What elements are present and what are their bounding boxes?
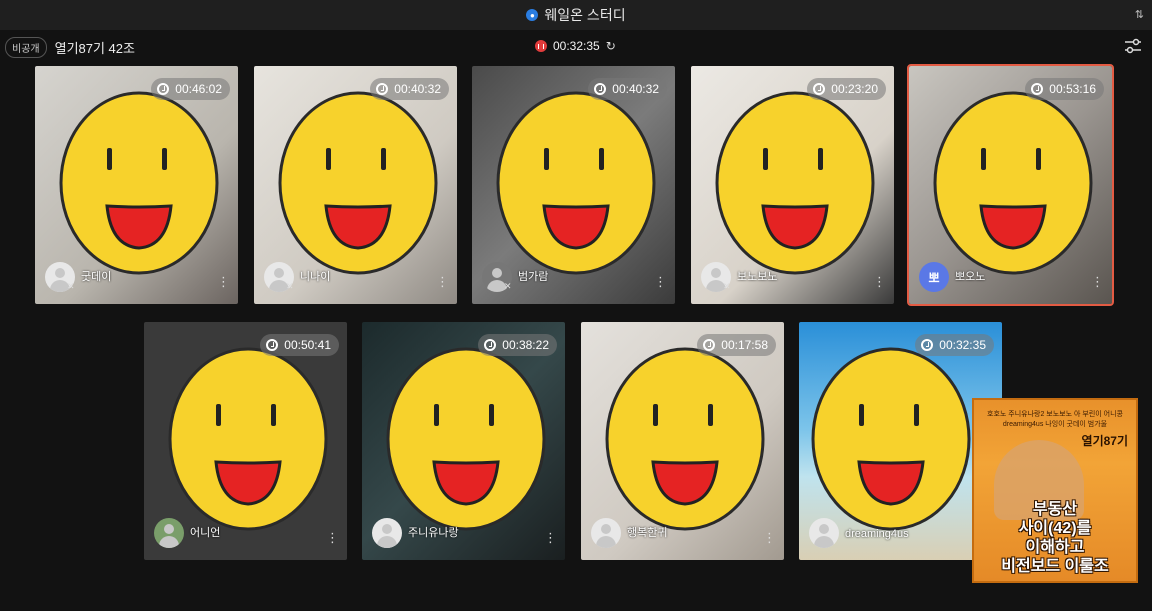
smiley-face-overlay [168, 347, 328, 531]
poster-headline-line: 부동산 [1032, 501, 1078, 518]
avatar: 뽀 [919, 262, 949, 292]
more-options-icon[interactable]: ⋮ [763, 530, 776, 546]
session-time-badge: 00:46:02 [151, 78, 230, 100]
app-logo-icon: ● [526, 9, 539, 21]
more-options-icon[interactable]: ⋮ [217, 274, 230, 290]
more-options-icon[interactable]: ⋮ [326, 530, 339, 546]
video-tile[interactable]: 00:38:22 주니유나랑 ⋮ [362, 322, 565, 560]
session-time: 00:46:02 [175, 82, 222, 96]
participant-name: 뽀오노 [955, 271, 986, 283]
meeting-toolbar: 비공개 열기87기 42조 00:32:35 ↻ [0, 30, 1152, 64]
window-title: 웨일온 스터디 [544, 7, 626, 23]
session-time: 00:40:32 [394, 82, 441, 96]
clock-icon [266, 339, 279, 351]
session-time: 00:32:35 [939, 338, 986, 352]
mic-off-icon: ✕ [286, 281, 294, 291]
more-options-icon[interactable]: ⋮ [873, 274, 886, 290]
session-time-badge: 00:40:32 [588, 78, 667, 100]
participant-name: 굿데이 [81, 271, 112, 283]
poster-generation: 열기87기 [1081, 434, 1128, 448]
pause-icon[interactable] [535, 40, 547, 52]
more-options-icon[interactable]: ⋮ [1091, 274, 1104, 290]
smiley-face-overlay [59, 91, 219, 275]
clock-icon [484, 339, 497, 351]
video-tile[interactable]: 00:50:41 어니언 ⋮ [144, 322, 347, 560]
smiley-face-overlay [386, 347, 546, 531]
poster-headline: 부동산 사이(42)를 이해하고 비전보드 이룰조 [974, 500, 1136, 576]
mic-off-icon: ✕ [723, 281, 731, 291]
more-options-icon[interactable]: ⋮ [654, 274, 667, 290]
avatar [809, 518, 839, 548]
session-time: 00:50:41 [284, 338, 331, 352]
avatar [154, 518, 184, 548]
clock-icon [813, 83, 826, 95]
sort-icon[interactable]: ⇅ [1135, 8, 1144, 21]
clock-icon [921, 339, 934, 351]
clock-icon [703, 339, 716, 351]
participant-name: 주니유나랑 [408, 527, 459, 539]
mic-off-icon: ✕ [504, 281, 512, 291]
more-options-icon[interactable]: ⋮ [544, 530, 557, 546]
meeting-timer: 00:32:35 ↻ [535, 39, 616, 53]
participant-name: 니나이 [300, 271, 331, 283]
participant-name: 행복한귀 [627, 527, 668, 539]
poster-headline-line: 이해하고 [1025, 539, 1085, 556]
clock-icon [157, 83, 170, 95]
video-tile[interactable]: 00:17:58 행복한귀 ⋮ [581, 322, 784, 560]
video-tile[interactable]: 00:46:02 ✕ 굿데이 ⋮ [35, 66, 238, 304]
mic-off-icon: ✕ [67, 281, 75, 291]
session-time: 00:53:16 [1049, 82, 1096, 96]
session-time-badge: 00:50:41 [260, 334, 339, 356]
smiley-face-overlay [933, 91, 1093, 275]
session-time-badge: 00:53:16 [1025, 78, 1104, 100]
video-tile-active-speaker[interactable]: 00:53:16 뽀 뽀오노 ⋮ [907, 64, 1114, 306]
poster-headline-line: 사이(42)를 [1018, 520, 1092, 537]
smiley-face-overlay [278, 91, 438, 275]
smiley-face-overlay [715, 91, 875, 275]
session-time-badge: 00:38:22 [478, 334, 557, 356]
avatar [372, 518, 402, 548]
smiley-face-overlay [496, 91, 656, 275]
elapsed-time: 00:32:35 [553, 39, 600, 53]
session-time: 00:17:58 [721, 338, 768, 352]
poster-subtitle: 호호노 주니유나랑2 보노보노 아 부린이 어니콩 dreaming4us 나잉… [987, 411, 1123, 428]
avatar [591, 518, 621, 548]
refresh-icon[interactable]: ↻ [606, 39, 616, 53]
avatar-letter: 뽀 [928, 270, 940, 285]
room-name: 열기87기 42조 [54, 40, 135, 56]
session-time-badge: 00:40:32 [370, 78, 449, 100]
clock-icon [1031, 83, 1044, 95]
session-time: 00:38:22 [502, 338, 549, 352]
poster-headline-line: 비전보드 이룰조 [1001, 558, 1109, 575]
smiley-face-overlay [811, 347, 971, 531]
visibility-badge: 비공개 [5, 36, 47, 58]
video-tile[interactable]: 00:40:32 ✕ 니나이 ⋮ [254, 66, 457, 304]
video-tile[interactable]: 00:23:20 ✕ 보노보노 ⋮ [691, 66, 894, 304]
participant-name: 어니언 [190, 527, 221, 539]
window-titlebar: ● 웨일온 스터디 ⇅ [0, 0, 1152, 30]
participant-name: dreaming4us [845, 528, 909, 540]
study-group-poster: 호호노 주니유나랑2 보노보노 아 부린이 어니콩 dreaming4us 나잉… [972, 398, 1138, 583]
smiley-face-overlay [605, 347, 765, 531]
session-time-badge: 00:32:35 [915, 334, 994, 356]
participant-name: 범가람 [518, 271, 549, 283]
clock-icon [376, 83, 389, 95]
participant-name: 보노보노 [737, 271, 778, 283]
more-options-icon[interactable]: ⋮ [436, 274, 449, 290]
session-time-badge: 00:17:58 [697, 334, 776, 356]
clock-icon [594, 83, 607, 95]
video-tile[interactable]: 00:40:32 ✕ 범가람 ⋮ [472, 66, 675, 304]
session-time: 00:40:32 [612, 82, 659, 96]
settings-sliders-icon[interactable] [1124, 38, 1142, 54]
session-time-badge: 00:23:20 [807, 78, 886, 100]
session-time: 00:23:20 [831, 82, 878, 96]
